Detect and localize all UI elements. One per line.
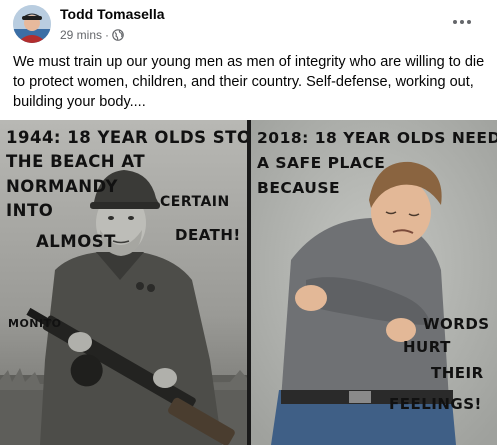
meme-panel-2018: 2018: 18 YEAR OLDS NEED A SAFE PLACE BEC… bbox=[251, 120, 497, 445]
post-timestamp[interactable]: 29 mins bbox=[60, 28, 102, 42]
avatar-photo bbox=[13, 5, 51, 43]
more-options-button[interactable] bbox=[444, 8, 480, 36]
meme-left-artist: MONITO bbox=[8, 317, 62, 330]
more-horizontal-icon bbox=[453, 20, 471, 24]
meme-right-line3: BECAUSE bbox=[257, 179, 341, 197]
author-name[interactable]: Todd Tomasella bbox=[60, 6, 165, 22]
meme-right-hurt: HURT bbox=[403, 338, 451, 356]
meme-left-line5: ALMOST bbox=[36, 232, 116, 251]
post-meta: 29 mins · bbox=[60, 27, 124, 43]
meta-separator: · bbox=[105, 28, 110, 42]
meme-left-line4: INTO bbox=[6, 201, 54, 220]
meme-left-line1: 1944: 18 YEAR OLDS STORMED bbox=[6, 128, 247, 147]
meme-left-line3: NORMANDY bbox=[6, 177, 118, 196]
meme-image[interactable]: 1944: 18 YEAR OLDS STORMED THE BEACH AT … bbox=[0, 120, 497, 445]
meme-left-death: DEATH! bbox=[175, 226, 241, 244]
post-header: Todd Tomasella 29 mins · bbox=[0, 0, 497, 48]
meme-left-certain: CERTAIN bbox=[160, 194, 230, 210]
meme-right-words: WORDS bbox=[423, 315, 490, 333]
meme-right-line2: A SAFE PLACE bbox=[257, 154, 386, 172]
meme-right-feelings: FEELINGS! bbox=[389, 395, 482, 413]
post-text: We must train up our young men as men of… bbox=[13, 54, 485, 110]
meme-left-line2: THE BEACH AT bbox=[6, 152, 146, 171]
meme-right-their: THEIR bbox=[431, 364, 484, 382]
meme-right-line1: 2018: 18 YEAR OLDS NEED bbox=[257, 129, 497, 147]
avatar[interactable] bbox=[13, 5, 51, 43]
globe-icon[interactable] bbox=[112, 29, 124, 41]
meme-panel-1944: 1944: 18 YEAR OLDS STORMED THE BEACH AT … bbox=[0, 120, 247, 445]
